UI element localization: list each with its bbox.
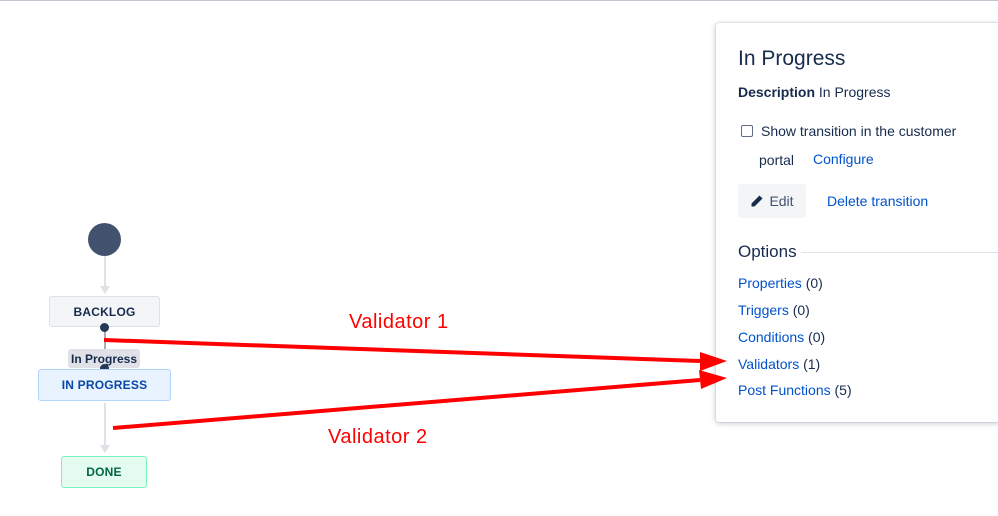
arrow-validator-2 <box>112 378 701 430</box>
annotation-validator-2: Validator 2 <box>328 426 428 448</box>
arrowhead-validator-2 <box>699 370 727 389</box>
arrow-validator-1 <box>103 338 701 363</box>
annotation-arrows <box>103 338 727 430</box>
arrowhead-validator-1 <box>700 352 727 371</box>
annotation-validator-1: Validator 1 <box>349 311 449 333</box>
